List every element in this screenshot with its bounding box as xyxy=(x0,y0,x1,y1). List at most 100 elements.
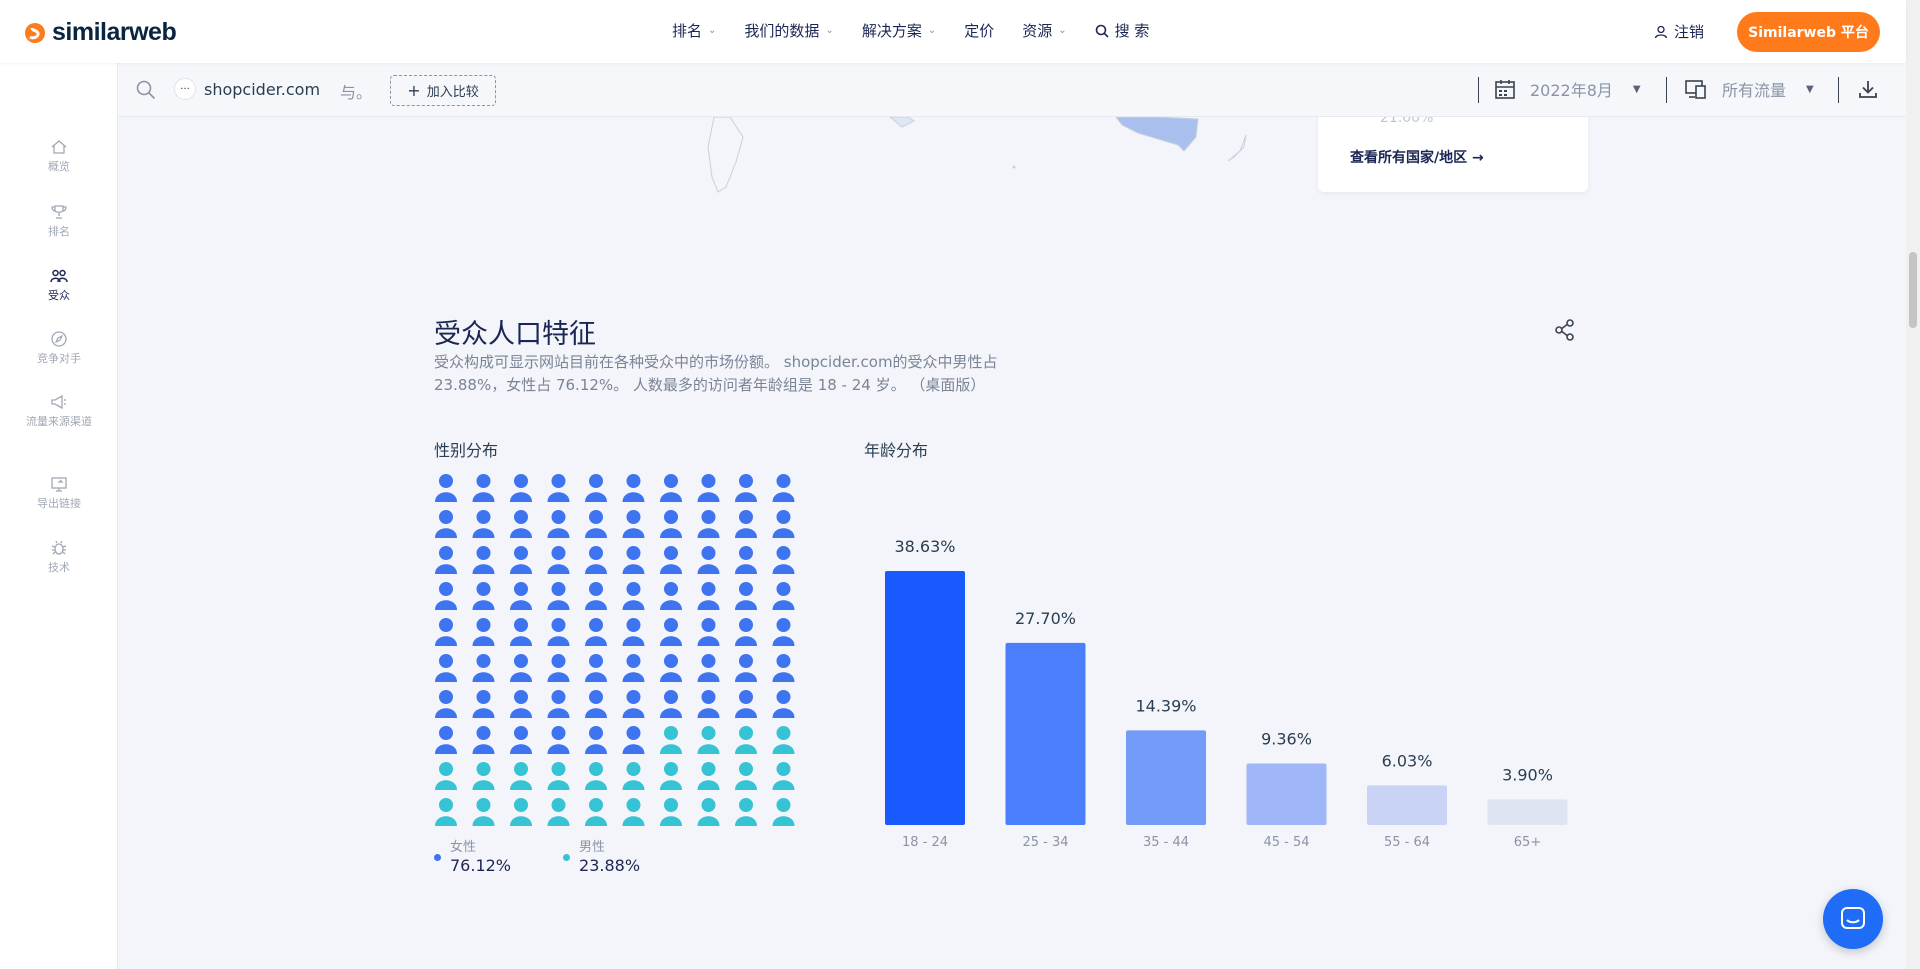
female-person-icon xyxy=(622,474,645,502)
female-person-icon xyxy=(735,690,757,718)
female-person-icon xyxy=(772,654,795,682)
nav-item[interactable]: 我们的数据 ⌄ xyxy=(744,20,833,41)
male-person-icon xyxy=(697,762,720,790)
female-person-icon xyxy=(622,510,645,538)
signout-label: 注销 xyxy=(1674,23,1705,41)
add-compare-button[interactable]: + 加入比较 xyxy=(390,75,496,106)
female-person-icon xyxy=(472,582,495,610)
scrollbar-thumb[interactable] xyxy=(1909,252,1917,328)
legend-female-label: 女性 xyxy=(450,840,477,855)
sidebar-item[interactable]: 导出链接 xyxy=(0,475,118,510)
male-person-icon xyxy=(660,798,682,826)
female-person-icon xyxy=(622,654,645,682)
home-icon xyxy=(51,140,67,154)
similarweb-logo-icon xyxy=(25,22,45,43)
nav-item-label: 我们的数据 xyxy=(744,22,820,40)
nav-item-label: 排名 xyxy=(672,22,703,40)
male-person-icon xyxy=(772,726,795,754)
legend-female-value: 76.12% xyxy=(450,856,512,875)
chat-button[interactable] xyxy=(1823,889,1883,949)
female-person-icon xyxy=(772,474,795,502)
female-person-icon xyxy=(660,690,682,718)
main-menu: 排名 ⌄ 我们的数据 ⌄ 解决方案 ⌄ 定价 资源 ⌄ 搜 索 xyxy=(672,20,1149,41)
plus-icon: + xyxy=(407,81,421,100)
female-person-icon xyxy=(435,618,457,646)
male-person-icon xyxy=(510,798,532,826)
platform-button[interactable]: Similarweb 平台 xyxy=(1737,12,1880,52)
search-icon[interactable] xyxy=(136,80,156,100)
female-person-icon xyxy=(510,618,532,646)
sidebar-item-label: 受众 xyxy=(48,289,70,302)
female-person-icon xyxy=(697,690,720,718)
domain-label: shopcider.com xyxy=(204,79,321,99)
nav-item[interactable]: 排名 ⌄ xyxy=(672,20,716,41)
nav-search[interactable]: 搜 索 xyxy=(1095,20,1149,41)
male-person-icon xyxy=(547,762,570,790)
female-person-icon xyxy=(435,582,457,610)
chevron-down-icon: ⌄ xyxy=(708,25,717,36)
female-person-icon xyxy=(547,582,570,610)
divider xyxy=(1838,77,1839,103)
age-category-label: 45 - 54 xyxy=(1263,835,1309,850)
sidebar-item[interactable]: 受众 xyxy=(0,267,118,302)
female-person-icon xyxy=(772,690,795,718)
search-icon xyxy=(1095,24,1109,38)
male-person-icon xyxy=(697,726,720,754)
traffic-selector[interactable]: 所有流量 ▼ xyxy=(1684,77,1814,101)
sidebar-item[interactable]: 流量来源渠道 xyxy=(0,393,118,428)
left-sidebar: 概览排名受众竞争对手流量来源渠道导出链接技术 xyxy=(0,63,118,969)
similarweb-logo[interactable]: similarweb xyxy=(24,18,177,47)
female-person-icon xyxy=(697,510,720,538)
sidebar-item[interactable]: 竞争对手 xyxy=(0,330,118,365)
male-person-icon xyxy=(472,762,495,790)
arrow-right-icon: → xyxy=(1472,150,1484,166)
gender-people-grid xyxy=(435,474,795,826)
site-favicon: ··· xyxy=(174,78,196,100)
age-category-label: 25 - 34 xyxy=(1022,835,1068,850)
date-selector[interactable]: 2022年8月 ▼ xyxy=(1494,77,1641,101)
gender-legend: 女性 76.12% 男性 23.88% xyxy=(434,836,640,875)
female-person-icon xyxy=(472,546,495,574)
share-icon[interactable] xyxy=(1554,319,1576,341)
add-compare-label: 加入比较 xyxy=(426,85,479,100)
page-scrollbar[interactable] xyxy=(1906,0,1920,969)
trophy-icon xyxy=(51,205,67,219)
legend-male-label: 男性 xyxy=(579,840,606,855)
male-person-icon xyxy=(735,726,757,754)
female-person-icon xyxy=(697,654,720,682)
signout-link[interactable]: 注销 xyxy=(1654,21,1704,42)
view-all-countries-link[interactable]: 查看所有国家/地区 → xyxy=(1350,147,1484,167)
chevron-down-icon: ⌄ xyxy=(927,25,937,36)
chevron-down-icon: ▼ xyxy=(1632,83,1641,95)
age-bar[interactable] xyxy=(885,571,965,825)
age-bar[interactable] xyxy=(1005,642,1086,825)
sidebar-item[interactable]: 技术 xyxy=(0,539,118,574)
age-bar[interactable] xyxy=(1367,785,1447,825)
sidebar-item-label: 导出链接 xyxy=(37,497,81,510)
female-person-icon xyxy=(547,726,570,754)
sidebar-item[interactable]: 排名 xyxy=(0,203,118,238)
sidebar-item[interactable]: 概览 xyxy=(0,138,118,173)
download-icon[interactable] xyxy=(1858,79,1878,99)
domain-chip[interactable]: ··· shopcider.com xyxy=(174,78,320,100)
male-person-icon xyxy=(622,798,645,826)
export-icon xyxy=(51,477,67,492)
nav-item[interactable]: 解决方案 ⌄ xyxy=(862,20,936,41)
sidebar-item-label: 技术 xyxy=(48,561,70,574)
female-person-icon xyxy=(435,546,457,574)
female-person-icon xyxy=(510,474,532,502)
age-bar[interactable] xyxy=(1487,799,1568,825)
age-bar[interactable] xyxy=(1126,730,1206,825)
age-bar[interactable] xyxy=(1246,763,1327,825)
nav-item[interactable]: 资源 ⌄ xyxy=(1022,20,1066,41)
audience-icon xyxy=(50,269,68,283)
age-distribution-title: 年龄分布 xyxy=(864,441,929,460)
nav-item[interactable]: 定价 xyxy=(964,20,994,41)
chevron-down-icon: ▼ xyxy=(1806,83,1814,95)
male-person-icon xyxy=(697,798,720,826)
female-person-icon xyxy=(622,618,645,646)
nav-item-label: 定价 xyxy=(964,22,995,40)
chevron-down-icon: ⌄ xyxy=(1058,25,1067,36)
female-person-icon xyxy=(547,690,570,718)
female-person-icon xyxy=(660,510,682,538)
